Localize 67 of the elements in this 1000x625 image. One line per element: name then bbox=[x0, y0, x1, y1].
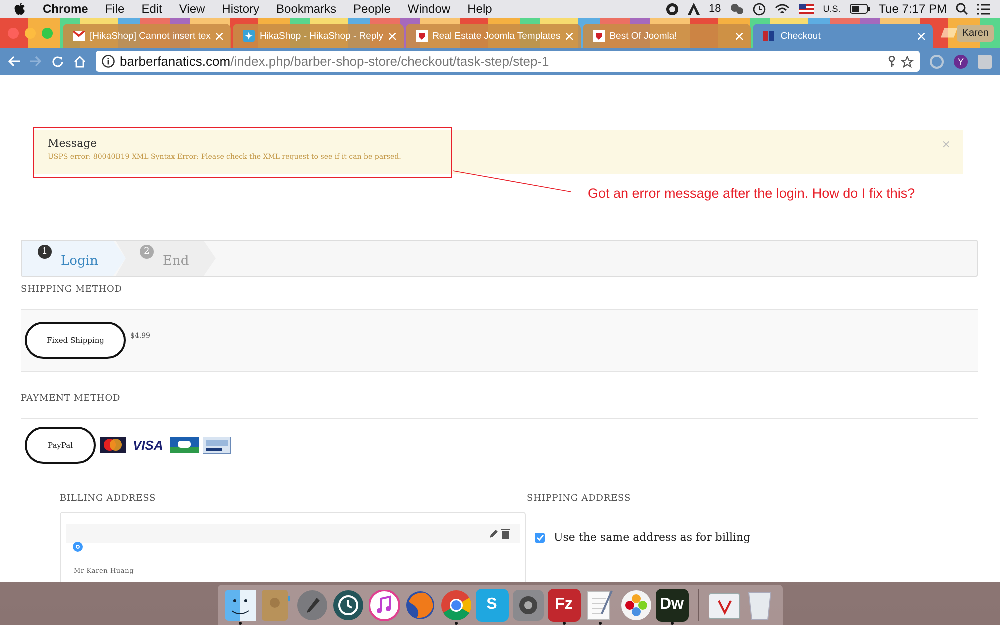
menu-item[interactable]: View bbox=[179, 2, 206, 16]
close-icon[interactable] bbox=[216, 32, 223, 40]
cloud-icon[interactable] bbox=[730, 3, 744, 15]
triangle-icon[interactable] bbox=[688, 3, 700, 15]
menu-item[interactable]: Edit bbox=[142, 2, 162, 16]
face-icon bbox=[224, 590, 256, 620]
menu-item[interactable]: Bookmarks bbox=[276, 2, 337, 16]
checkbox-label: Use the same address as for billing bbox=[554, 531, 751, 544]
history-icon[interactable] bbox=[753, 2, 766, 16]
browser-icon bbox=[440, 590, 472, 620]
bookmark-star-icon[interactable] bbox=[901, 56, 914, 68]
close-icon[interactable] bbox=[388, 32, 396, 40]
checkout-step[interactable]: 1 Login bbox=[22, 241, 126, 276]
app-menu[interactable]: Chrome bbox=[43, 2, 88, 16]
card-logo-icon bbox=[203, 436, 232, 454]
dock-app-icon[interactable]: Fz bbox=[548, 588, 580, 622]
card-logo-icon bbox=[170, 437, 200, 453]
logo-icon bbox=[762, 30, 776, 42]
pencil-icon[interactable] bbox=[489, 528, 499, 538]
back-icon[interactable] bbox=[8, 56, 20, 67]
extension-icon[interactable] bbox=[978, 54, 992, 68]
shield-icon bbox=[592, 30, 605, 42]
menu-item[interactable]: People bbox=[354, 2, 391, 16]
menu-item[interactable]: Help bbox=[468, 2, 492, 16]
notification-count: 18 bbox=[708, 3, 722, 15]
status-icon[interactable] bbox=[666, 2, 679, 16]
clock-text[interactable]: Tue 7:17 PM bbox=[878, 2, 947, 16]
section-heading: SHIPPING ADDRESS bbox=[527, 494, 632, 504]
address-radio[interactable] bbox=[73, 542, 83, 552]
close-icon[interactable] bbox=[918, 32, 925, 40]
input-source[interactable]: U.S. bbox=[823, 4, 841, 14]
wifi-icon[interactable] bbox=[775, 4, 790, 14]
shield-icon bbox=[416, 30, 428, 42]
flag-icon[interactable] bbox=[799, 4, 814, 14]
dock-app-icon[interactable]: Dw bbox=[656, 588, 688, 622]
close-icon[interactable] bbox=[736, 32, 743, 40]
battery-icon[interactable] bbox=[850, 4, 870, 14]
card-logo: VISA bbox=[133, 438, 164, 452]
section-heading: SHIPPING METHOD bbox=[21, 285, 124, 295]
trash-icon[interactable] bbox=[501, 528, 510, 539]
list-icon[interactable] bbox=[977, 4, 990, 14]
reload-icon[interactable] bbox=[52, 56, 64, 68]
same-address-checkbox[interactable] bbox=[535, 532, 545, 542]
menu-item[interactable]: File bbox=[105, 2, 125, 16]
extension-icon[interactable]: Y bbox=[954, 54, 968, 68]
apple-menu-icon[interactable] bbox=[14, 2, 26, 16]
section-heading: PAYMENT METHOD bbox=[21, 394, 122, 404]
star-icon bbox=[243, 30, 255, 42]
search-icon[interactable] bbox=[956, 3, 968, 15]
notepad-icon bbox=[586, 590, 614, 620]
envelope-icon bbox=[73, 31, 85, 41]
profile-button[interactable]: Karen bbox=[957, 24, 994, 42]
card-logo-icon bbox=[100, 437, 126, 453]
url-path: /index.php/barber-shop-store/checkout/task-step/step-1 bbox=[230, 54, 550, 69]
annotation-text: Got an error message after the login. How do I fix this? bbox=[588, 186, 916, 201]
extension-icon[interactable] bbox=[930, 54, 944, 68]
menu-item[interactable]: Window bbox=[408, 2, 451, 16]
message-title: Message bbox=[48, 137, 98, 150]
section-heading: BILLING ADDRESS bbox=[60, 494, 158, 504]
info-icon bbox=[102, 55, 115, 68]
home-icon[interactable] bbox=[74, 56, 86, 68]
url-host: barberfanatics.com bbox=[120, 54, 231, 69]
address-bar[interactable]: barberfanatics.com/index.php/barber-shop-store/checkout/task-step/step-1 bbox=[96, 51, 920, 72]
minimize-window-button[interactable] bbox=[25, 28, 36, 38]
menu-item[interactable]: History bbox=[222, 2, 260, 16]
close-icon[interactable] bbox=[566, 32, 573, 40]
key-icon[interactable] bbox=[888, 56, 896, 68]
